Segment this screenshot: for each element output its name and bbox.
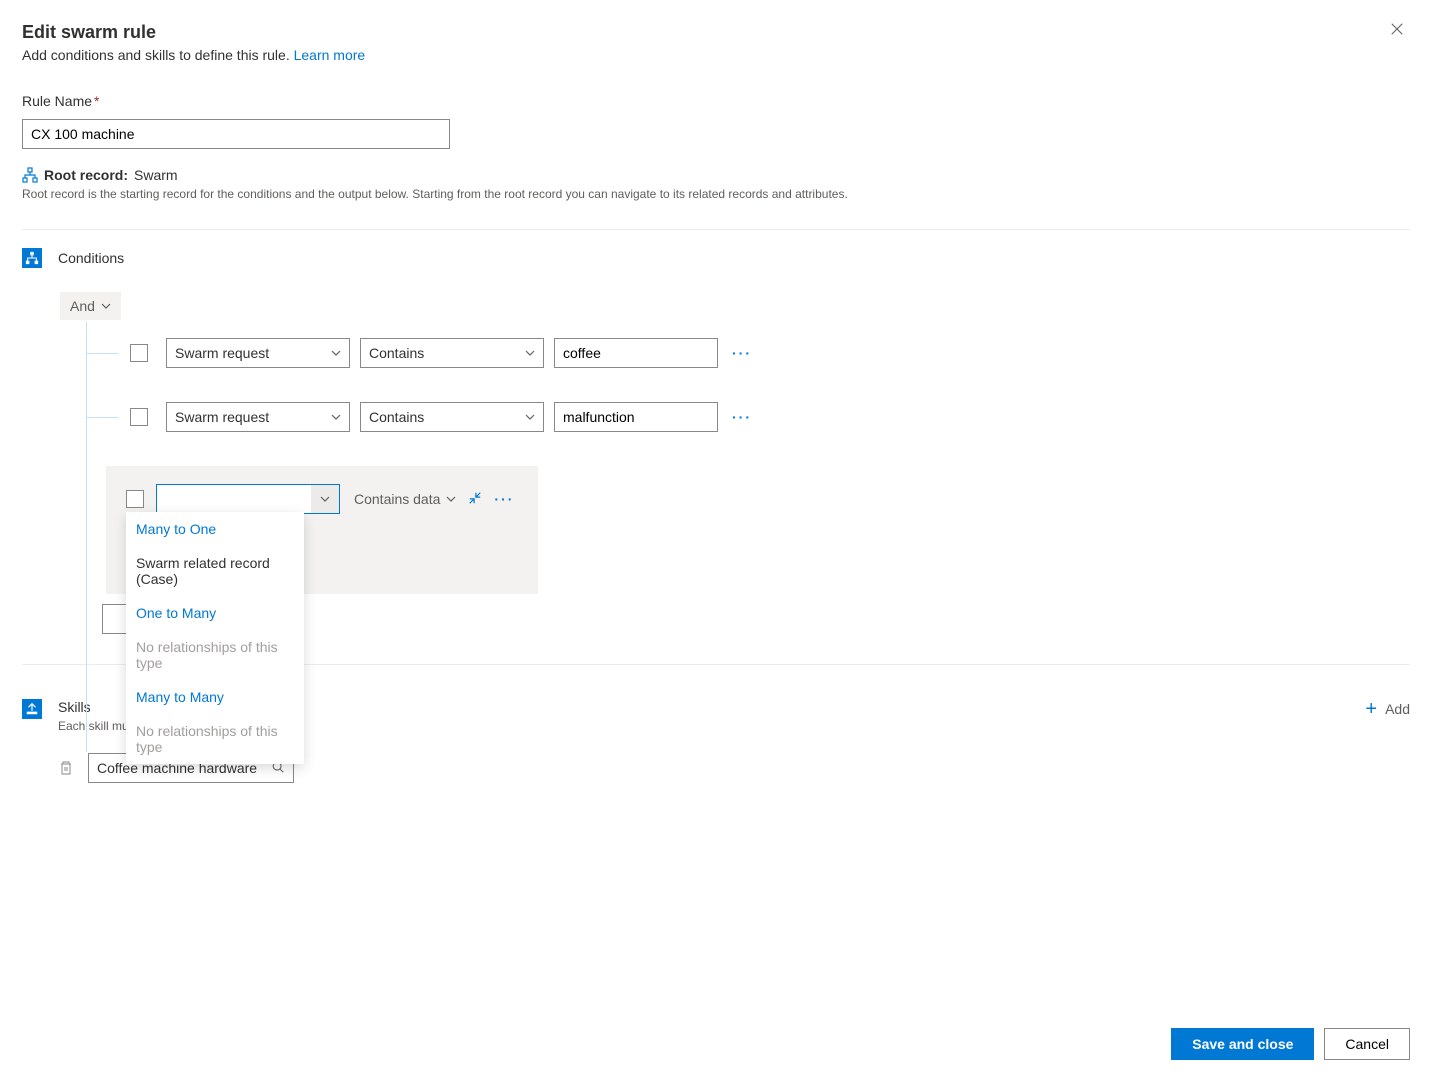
- condition-value-input[interactable]: [554, 402, 718, 432]
- related-entity-block: Contains data ··· Many to One Swarm rela…: [106, 466, 538, 594]
- related-condition-select[interactable]: Contains data: [354, 491, 456, 507]
- dropdown-empty-message: No relationships of this type: [126, 714, 304, 764]
- skills-icon: [22, 699, 42, 719]
- condition-operator-value: Contains: [369, 345, 424, 361]
- root-record-help: Root record is the starting record for t…: [22, 187, 1410, 201]
- condition-row: Swarm request Contains ···: [86, 402, 1410, 432]
- add-skill-button[interactable]: + Add: [1365, 699, 1410, 719]
- related-condition-label: Contains data: [354, 491, 440, 507]
- dropdown-group-header: One to Many: [126, 596, 304, 630]
- required-indicator: *: [94, 93, 99, 109]
- page-title: Edit swarm rule: [22, 22, 1410, 43]
- condition-value-input[interactable]: [554, 338, 718, 368]
- chevron-down-icon: [331, 412, 341, 422]
- rule-name-label: Rule Name: [22, 93, 92, 109]
- related-entity-select[interactable]: [156, 484, 340, 514]
- row-more-menu[interactable]: ···: [732, 345, 752, 361]
- tree-connector-line: [86, 322, 87, 752]
- conditions-title: Conditions: [58, 250, 124, 266]
- page-subtitle: Add conditions and skills to define this…: [22, 47, 1410, 63]
- dropdown-group-header: Many to Many: [126, 680, 304, 714]
- condition-operator-select[interactable]: Contains: [360, 402, 544, 432]
- condition-field-select[interactable]: Swarm request: [166, 338, 350, 368]
- divider: [22, 229, 1410, 230]
- row-connector: [86, 353, 118, 354]
- group-operator-dropdown[interactable]: And: [60, 292, 121, 320]
- chevron-down-icon: [101, 301, 111, 311]
- condition-field-value: Swarm request: [175, 409, 269, 425]
- conditions-icon: [22, 248, 42, 268]
- condition-row-checkbox[interactable]: [130, 344, 148, 362]
- group-operator-label: And: [70, 298, 95, 314]
- root-record-label: Root record:: [44, 167, 128, 183]
- cancel-button[interactable]: Cancel: [1324, 1028, 1410, 1060]
- save-and-close-button[interactable]: Save and close: [1171, 1028, 1314, 1060]
- subtitle-text: Add conditions and skills to define this…: [22, 47, 290, 63]
- collapse-icon[interactable]: [468, 491, 482, 508]
- chevron-down-icon: [331, 348, 341, 358]
- rule-name-input[interactable]: [22, 119, 450, 149]
- row-more-menu[interactable]: ···: [732, 409, 752, 425]
- delete-skill-button[interactable]: [58, 760, 74, 776]
- related-more-menu[interactable]: ···: [494, 491, 514, 507]
- learn-more-link[interactable]: Learn more: [294, 47, 366, 63]
- dropdown-empty-message: No relationships of this type: [126, 630, 304, 680]
- condition-operator-select[interactable]: Contains: [360, 338, 544, 368]
- condition-operator-value: Contains: [369, 409, 424, 425]
- dropdown-option[interactable]: Swarm related record (Case): [126, 546, 304, 596]
- chevron-down-icon: [525, 348, 535, 358]
- related-row-checkbox[interactable]: [126, 490, 144, 508]
- condition-field-value: Swarm request: [175, 345, 269, 361]
- dropdown-group-header: Many to One: [126, 512, 304, 546]
- condition-row-checkbox[interactable]: [130, 408, 148, 426]
- row-connector: [86, 417, 118, 418]
- close-button[interactable]: [1390, 22, 1410, 42]
- related-dropdown-button[interactable]: [311, 485, 339, 513]
- plus-icon: +: [1365, 699, 1377, 719]
- chevron-down-icon: [525, 412, 535, 422]
- add-skill-label: Add: [1385, 701, 1410, 717]
- root-record-value: Swarm: [134, 167, 178, 183]
- condition-field-select[interactable]: Swarm request: [166, 402, 350, 432]
- sitemap-icon: [22, 167, 38, 183]
- relationship-dropdown: Many to One Swarm related record (Case) …: [126, 512, 304, 764]
- condition-row: Swarm request Contains ···: [86, 338, 1410, 368]
